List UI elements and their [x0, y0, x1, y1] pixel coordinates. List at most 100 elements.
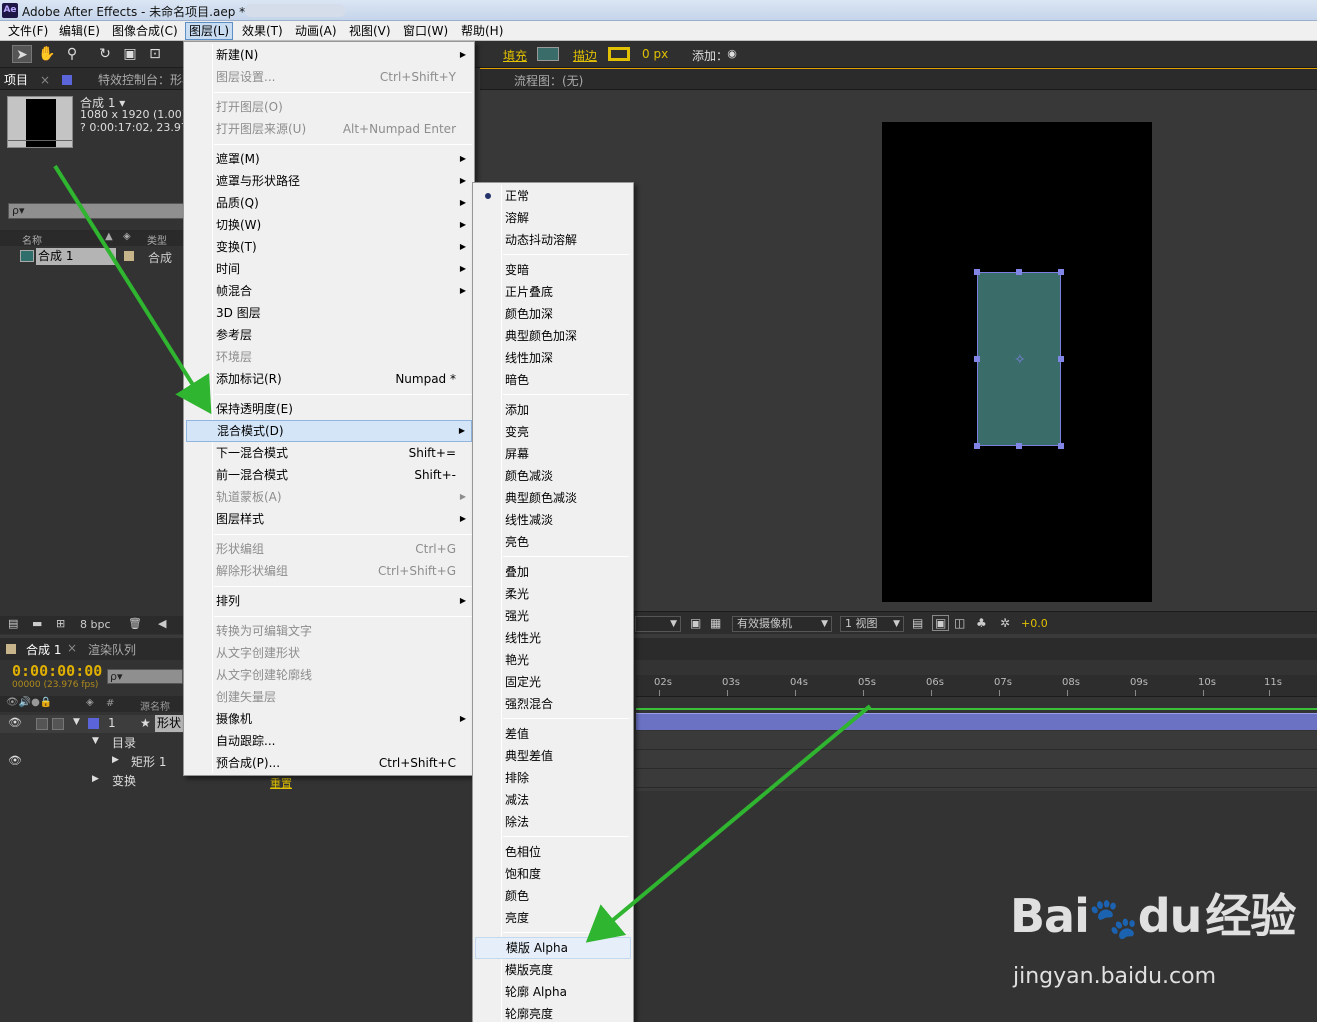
blend-mode-item[interactable]: 动态抖动溶解	[475, 229, 631, 251]
comp-canvas[interactable]: ✧	[882, 122, 1152, 602]
exposure-value[interactable]: +0.0	[1021, 617, 1048, 630]
layer-menu-item[interactable]: 时间 ▶	[186, 258, 472, 280]
menu-effect[interactable]: 效果(T)	[239, 23, 286, 39]
blend-mode-item[interactable]: 添加	[475, 399, 631, 421]
transform-handle[interactable]	[1016, 269, 1022, 275]
region-of-interest-icon[interactable]: ▣	[690, 616, 701, 630]
project-item-name[interactable]: 合成 1	[36, 248, 116, 265]
layer-menu-item[interactable]: 混合模式(D) ▶	[186, 420, 472, 442]
col-name[interactable]: 名称	[22, 232, 42, 247]
layer-menu-item[interactable]: 切换(W) ▶	[186, 214, 472, 236]
blend-mode-item[interactable]: 叠加	[475, 561, 631, 583]
blend-mode-item[interactable]: 固定光	[475, 671, 631, 693]
blend-mode-item[interactable]: 颜色减淡	[475, 465, 631, 487]
blend-mode-item[interactable]: 变亮	[475, 421, 631, 443]
blend-mode-item[interactable]: 减法	[475, 789, 631, 811]
tab-comp-1[interactable]: 合成 1	[26, 641, 61, 658]
tab-render-queue[interactable]: 渲染队列	[88, 641, 136, 658]
new-folder-icon[interactable]: ▬	[32, 617, 42, 630]
expand-arrow-icon[interactable]: ▼	[73, 717, 80, 727]
transform-handle[interactable]	[974, 356, 980, 362]
work-area-bar[interactable]	[636, 708, 1317, 710]
layer-menu-item[interactable]: 摄像机 ▶	[186, 708, 472, 730]
blend-mode-item[interactable]: 柔光	[475, 583, 631, 605]
blend-mode-item[interactable]: 屏幕	[475, 443, 631, 465]
transform-handle[interactable]	[974, 443, 980, 449]
camera-dropdown[interactable]: 有效摄像机 ▼	[732, 616, 832, 632]
selection-tool-icon[interactable]: ➤	[12, 45, 32, 63]
menu-layer[interactable]: 图层(L)	[185, 22, 234, 40]
blend-mode-item[interactable]: 正常	[475, 185, 631, 207]
layer-label-color[interactable]	[88, 718, 99, 729]
menu-animation[interactable]: 动画(A)	[292, 23, 340, 39]
pan-behind-tool-icon[interactable]: ⊡	[145, 45, 165, 63]
menu-file[interactable]: 文件(F)	[5, 23, 51, 39]
hand-tool-icon[interactable]: ✋	[37, 45, 57, 63]
col-source-name[interactable]: 源名称	[140, 698, 170, 713]
blend-mode-item[interactable]: 线性光	[475, 627, 631, 649]
blend-mode-item[interactable]: 典型颜色加深	[475, 325, 631, 347]
blend-mode-item[interactable]: 亮色	[475, 531, 631, 553]
layer-menu-item[interactable]: 自动跟踪...	[186, 730, 472, 752]
project-item-row[interactable]: 合成 1 合成	[0, 248, 185, 265]
blend-mode-item[interactable]: 典型颜色减淡	[475, 487, 631, 509]
tab-flowchart[interactable]: 流程图：(无)	[514, 72, 583, 90]
blend-mode-item[interactable]: 暗色	[475, 369, 631, 391]
layer-menu-item[interactable]: 新建(N) ▶	[186, 44, 472, 66]
camera-tool-icon[interactable]: ▣	[120, 45, 140, 63]
rotate-tool-icon[interactable]: ↻	[95, 45, 115, 63]
blend-mode-item[interactable]: 轮廓亮度	[475, 1003, 631, 1022]
blend-mode-item[interactable]: 模版亮度	[475, 959, 631, 981]
expand-arrow-icon[interactable]: ▼	[92, 736, 99, 746]
fill-label[interactable]: 填充	[503, 47, 527, 64]
blend-mode-item[interactable]: 线性加深	[475, 347, 631, 369]
blend-mode-item[interactable]: 轮廓 Alpha	[475, 981, 631, 1003]
trash-icon[interactable]: 🗑	[128, 617, 142, 630]
resolution-dropdown[interactable]: ▼	[635, 616, 681, 632]
layer-name[interactable]: 形状	[155, 715, 185, 732]
current-time-display[interactable]: 0:00:00:00	[12, 662, 102, 680]
fill-color-swatch[interactable]	[537, 47, 559, 61]
collapse-arrow-icon[interactable]: ▶	[112, 755, 119, 765]
transform-handle[interactable]	[974, 269, 980, 275]
blend-mode-item[interactable]: 强光	[475, 605, 631, 627]
layer-menu-item[interactable]: 参考层	[186, 324, 472, 346]
layer-menu-item[interactable]: 下一混合模式 Shift+=	[186, 442, 472, 464]
fast-preview-icon[interactable]: ▣	[932, 615, 950, 631]
blend-mode-item[interactable]: 除法	[475, 811, 631, 833]
blend-mode-item[interactable]: 正片叠底	[475, 281, 631, 303]
label-color-swatch[interactable]	[124, 251, 134, 261]
layer-menu-item[interactable]: 保持透明度(E)	[186, 398, 472, 420]
blend-mode-item[interactable]: 线性减淡	[475, 509, 631, 531]
layer-menu-item[interactable]: 添加标记(R) Numpad *	[186, 368, 472, 390]
bpc-label[interactable]: 8 bpc	[80, 618, 111, 631]
menu-window[interactable]: 窗口(W)	[400, 23, 451, 39]
transform-handle[interactable]	[1058, 443, 1064, 449]
lock-toggle[interactable]	[52, 718, 64, 730]
timeline-search-input[interactable]: ρ▾	[107, 669, 183, 684]
zoom-tool-icon[interactable]: ⚲	[62, 45, 82, 63]
menu-view[interactable]: 视图(V)	[346, 23, 394, 39]
layer-menu-item[interactable]: 品质(Q) ▶	[186, 192, 472, 214]
menu-composition[interactable]: 图像合成(C)	[109, 23, 181, 39]
transform-handle[interactable]	[1058, 269, 1064, 275]
layer-menu-item[interactable]: 排列 ▶	[186, 590, 472, 612]
rectangle-row[interactable]: 👁 ▶ 矩形 1	[0, 753, 185, 771]
new-comp-icon[interactable]: ⊞	[56, 617, 65, 630]
layer-menu-item[interactable]: 预合成(P)... Ctrl+Shift+C	[186, 752, 472, 774]
transform-handle[interactable]	[1058, 356, 1064, 362]
transparency-grid-icon[interactable]: ▦	[710, 616, 721, 630]
close-icon[interactable]: ×	[67, 641, 77, 655]
layer-duration-bar[interactable]	[636, 713, 1317, 730]
sort-icon[interactable]: ▲	[105, 231, 113, 242]
stroke-color-swatch[interactable]	[608, 47, 630, 61]
toggle-pixel-icon[interactable]: ▤	[912, 616, 923, 630]
tab-project[interactable]: 项目	[4, 71, 28, 89]
blend-mode-item[interactable]: 色相位	[475, 841, 631, 863]
blend-mode-item[interactable]: 强烈混合	[475, 693, 631, 715]
close-icon[interactable]: ×	[40, 71, 50, 89]
layer-menu-item[interactable]: 图层样式 ▶	[186, 508, 472, 530]
visibility-eye-icon[interactable]: 👁	[8, 716, 22, 729]
contents-row[interactable]: ▼ 目录	[0, 734, 185, 752]
label-icon[interactable]: ◈	[123, 231, 131, 242]
